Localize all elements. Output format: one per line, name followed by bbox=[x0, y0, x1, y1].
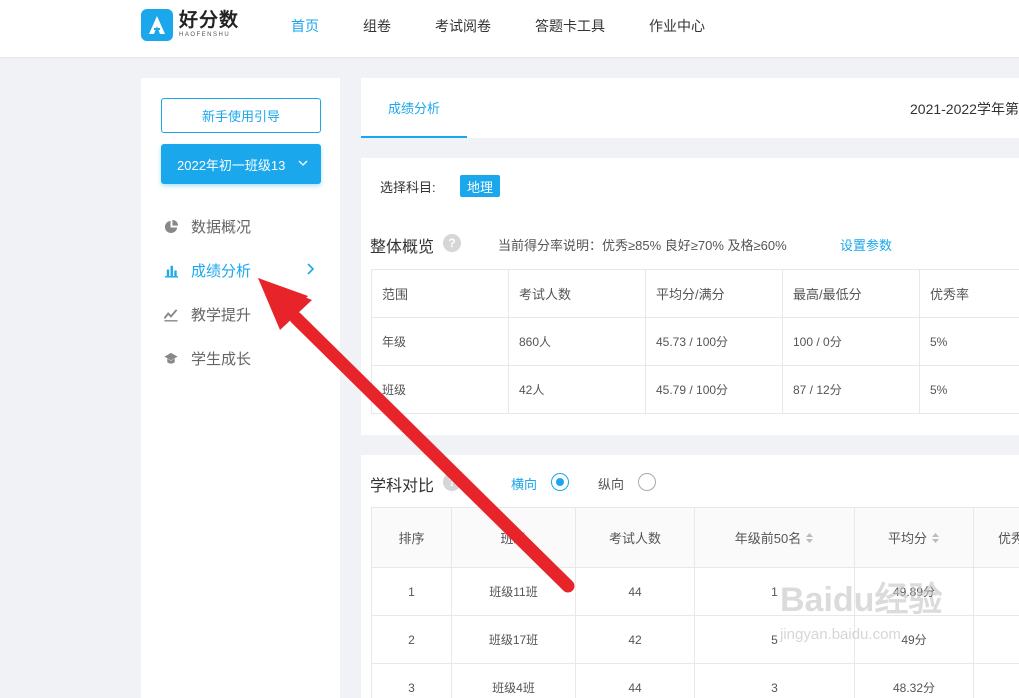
column-header-label: 平均分 bbox=[887, 530, 927, 546]
table-header-row: 排序 班级 考试人数 年级前50名 平均分 优秀 bbox=[371, 507, 1019, 568]
help-icon[interactable]: ? bbox=[443, 473, 461, 491]
class-select-dropdown[interactable]: 2022年初一班级13 bbox=[161, 144, 321, 184]
logo-subtext: HAOFENSHU bbox=[179, 32, 231, 38]
nav-answer-sheet-tool[interactable]: 答题卡工具 bbox=[535, 16, 605, 36]
set-params-link[interactable]: 设置参数 bbox=[840, 235, 892, 254]
compare-title: 学科对比 bbox=[370, 478, 435, 495]
overview-panel: 选择科目: 地理 整体概览 ? 当前得分率说明：优秀≥85% 良好≥70% 及格… bbox=[361, 158, 1019, 435]
sidebar-item-label: 学生成长 bbox=[191, 350, 252, 368]
sort-icon[interactable] bbox=[805, 532, 814, 547]
help-icon[interactable]: ? bbox=[443, 234, 461, 252]
table-cell: 49.89分 bbox=[854, 567, 974, 616]
table-cell: 3 bbox=[694, 663, 855, 698]
table-row: 1 班级11班 44 1 49.89分 bbox=[371, 567, 1019, 616]
nav-compose-paper[interactable]: 组卷 bbox=[363, 16, 391, 36]
subject-compare-panel: 学科对比 ? 横向 纵向 排序 班级 考试人数 年级前50名 平均分 优秀 1 … bbox=[361, 455, 1019, 698]
sidebar-item-score-analysis[interactable]: 成绩分析 bbox=[163, 258, 323, 282]
column-header: 排序 bbox=[371, 507, 452, 568]
sidebar: 新手使用引导 2022年初一班级13 数据概况 成绩分析 教学提升 学生成长 bbox=[141, 78, 340, 698]
tab-score-analysis[interactable]: 成绩分析 bbox=[361, 78, 467, 138]
sidebar-item-student-growth[interactable]: 学生成长 bbox=[163, 346, 323, 370]
table-cell bbox=[973, 663, 1019, 698]
logo-mark-icon bbox=[141, 9, 173, 41]
table-row: 2 班级17班 42 5 49分 bbox=[371, 615, 1019, 664]
sidebar-item-data-overview[interactable]: 数据概况 bbox=[163, 214, 323, 238]
column-header: 班级 bbox=[451, 507, 576, 568]
radio-horizontal-label[interactable]: 横向 bbox=[511, 474, 537, 493]
column-header: 考试人数 bbox=[575, 507, 695, 568]
graduation-cap-icon bbox=[163, 350, 179, 366]
top-navbar: 好分数 HAOFENSHU 首页 组卷 考试阅卷 答题卡工具 作业中心 bbox=[0, 0, 1019, 58]
table-cell: 42 bbox=[575, 615, 695, 664]
logo-text: 好分数 bbox=[179, 10, 240, 31]
radio-horizontal[interactable] bbox=[551, 473, 569, 491]
bar-chart-icon bbox=[163, 262, 179, 278]
table-cell: 1 bbox=[694, 567, 855, 616]
column-header-sortable[interactable]: 年级前50名 bbox=[694, 507, 855, 568]
table-cell: 5% bbox=[919, 317, 1019, 366]
column-header: 范围 bbox=[371, 269, 509, 318]
column-header: 考试人数 bbox=[508, 269, 646, 318]
table-cell bbox=[973, 615, 1019, 664]
table-row: 年级 860人 45.73 / 100分 100 / 0分 5% bbox=[371, 317, 1019, 366]
radio-vertical-label[interactable]: 纵向 bbox=[598, 474, 624, 493]
table-cell: 5 bbox=[694, 615, 855, 664]
table-cell bbox=[973, 567, 1019, 616]
column-header-sortable[interactable]: 平均分 bbox=[854, 507, 974, 568]
nav-home[interactable]: 首页 bbox=[291, 16, 319, 36]
table-cell: 860人 bbox=[508, 317, 646, 366]
column-header-label: 年级前50名 bbox=[734, 530, 802, 546]
subject-tag-geography[interactable]: 地理 bbox=[460, 175, 501, 197]
chevron-right-icon bbox=[305, 262, 315, 280]
rate-description: 当前得分率说明：优秀≥85% 良好≥70% 及格≥60% bbox=[498, 238, 787, 253]
table-cell: 班级4班 bbox=[451, 663, 576, 698]
table-cell: 42人 bbox=[508, 365, 646, 414]
table-cell: 班级17班 bbox=[451, 615, 576, 664]
sidebar-item-label: 成绩分析 bbox=[191, 262, 252, 280]
overview-title: 整体概览 bbox=[370, 239, 435, 256]
column-header: 最高/最低分 bbox=[782, 269, 920, 318]
table-cell: 1 bbox=[371, 567, 452, 616]
sort-icon[interactable] bbox=[931, 532, 940, 547]
trend-line-icon bbox=[163, 306, 179, 322]
tab-bar: 成绩分析 2021-2022学年第 bbox=[361, 78, 1019, 138]
compare-table: 排序 班级 考试人数 年级前50名 平均分 优秀 1 班级11班 44 1 49… bbox=[371, 507, 1019, 698]
pie-chart-icon bbox=[163, 218, 179, 234]
chevron-down-icon bbox=[297, 157, 309, 172]
nav-exam-grading[interactable]: 考试阅卷 bbox=[435, 16, 491, 36]
radio-vertical[interactable] bbox=[638, 473, 656, 491]
table-row: 班级 42人 45.79 / 100分 87 / 12分 5% bbox=[371, 365, 1019, 414]
overview-table: 范围 考试人数 平均分/满分 最高/最低分 优秀率 年级 860人 45.73 … bbox=[371, 269, 1019, 414]
term-selector[interactable]: 2021-2022学年第 bbox=[910, 99, 1019, 119]
table-cell: 49分 bbox=[854, 615, 974, 664]
table-cell: 44 bbox=[575, 663, 695, 698]
table-cell: 班级11班 bbox=[451, 567, 576, 616]
table-cell: 2 bbox=[371, 615, 452, 664]
table-cell: 5% bbox=[919, 365, 1019, 414]
table-cell: 87 / 12分 bbox=[782, 365, 920, 414]
nav-homework-center[interactable]: 作业中心 bbox=[649, 16, 705, 36]
table-row: 3 班级4班 44 3 48.32分 bbox=[371, 663, 1019, 698]
table-cell: 3 bbox=[371, 663, 452, 698]
table-cell: 44 bbox=[575, 567, 695, 616]
column-header: 优秀 bbox=[973, 507, 1019, 568]
column-header: 平均分/满分 bbox=[645, 269, 783, 318]
sidebar-item-label: 数据概况 bbox=[191, 218, 252, 236]
beginner-guide-button[interactable]: 新手使用引导 bbox=[161, 98, 321, 133]
table-cell: 48.32分 bbox=[854, 663, 974, 698]
class-select-label: 2022年初一班级13 bbox=[177, 157, 286, 173]
sidebar-item-teaching-improvement[interactable]: 教学提升 bbox=[163, 302, 323, 326]
table-cell: 100 / 0分 bbox=[782, 317, 920, 366]
table-cell: 班级 bbox=[371, 365, 509, 414]
table-cell: 45.79 / 100分 bbox=[645, 365, 783, 414]
table-header-row: 范围 考试人数 平均分/满分 最高/最低分 优秀率 bbox=[371, 269, 1019, 318]
table-cell: 45.73 / 100分 bbox=[645, 317, 783, 366]
table-cell: 年级 bbox=[371, 317, 509, 366]
column-header: 优秀率 bbox=[919, 269, 1019, 318]
logo[interactable]: 好分数 HAOFENSHU bbox=[141, 9, 239, 41]
subject-select-label: 选择科目: bbox=[380, 180, 436, 195]
sidebar-item-label: 教学提升 bbox=[191, 306, 252, 324]
